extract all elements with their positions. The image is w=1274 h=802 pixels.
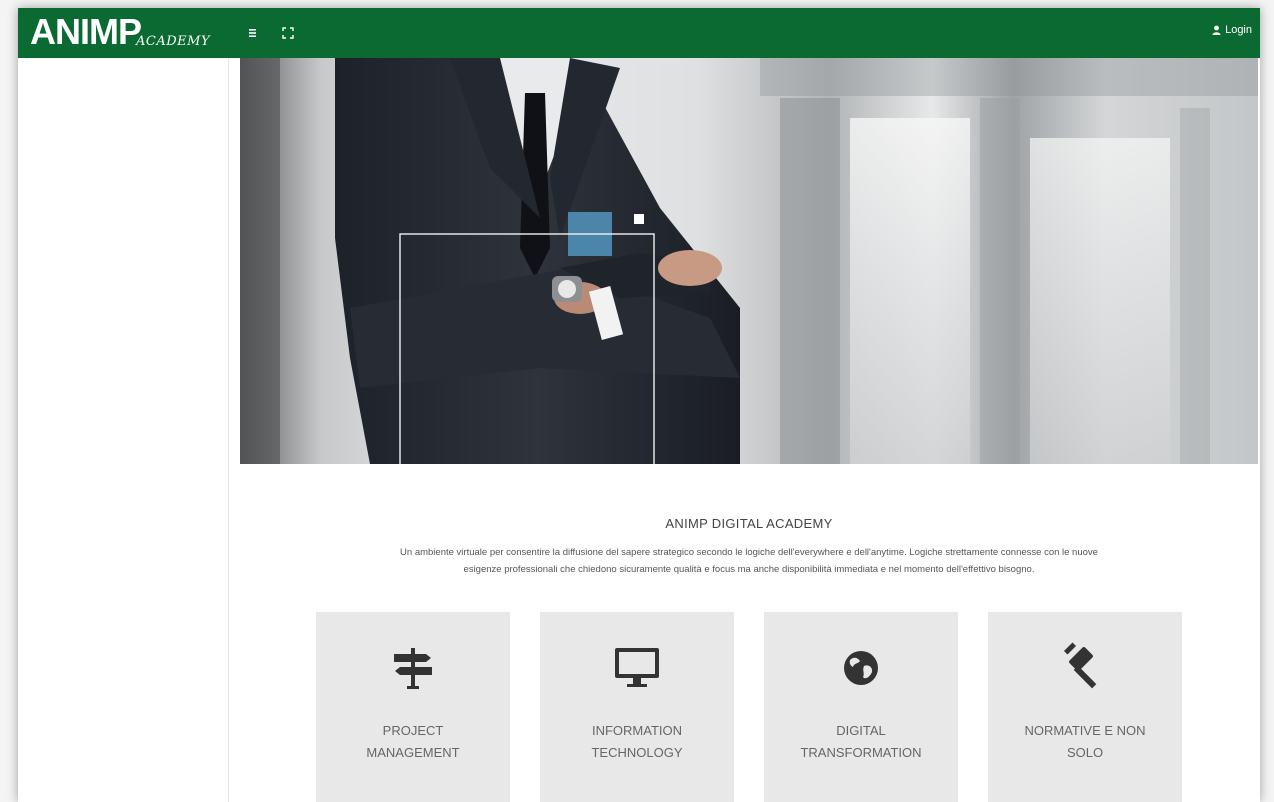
card-information-technology[interactable]: INFORMATION TECHNOLOGY: [540, 612, 734, 802]
sidebar: [18, 58, 229, 802]
description-line-2: esigenze professionali che chiedono sicu…: [463, 564, 1035, 575]
hero-banner-image: [240, 58, 1258, 464]
card-label: DIGITAL TRANSFORMATION: [800, 723, 922, 760]
card-label: NORMATIVE E NON SOLO: [1024, 723, 1146, 760]
page-title: ANIMP DIGITAL ACADEMY: [665, 516, 833, 531]
app-window: ANIMP ACADEMY Login ANIMP DIGITAL ACADEM…: [18, 8, 1260, 802]
signpost-icon: [394, 648, 432, 689]
globe-icon: [844, 651, 878, 685]
monitor-icon: [615, 648, 659, 687]
login-link[interactable]: Login: [1212, 24, 1252, 36]
businessman-illustration: [240, 58, 1258, 464]
animp-logo[interactable]: ANIMP ACADEMY: [30, 10, 210, 56]
card-label: INFORMATION TECHNOLOGY: [591, 723, 683, 760]
card-normative-e-non-solo[interactable]: NORMATIVE E NON SOLO: [988, 612, 1182, 802]
bars-icon: [249, 29, 256, 37]
gavel-icon: [1063, 642, 1097, 689]
card-label: PROJECT MANAGEMENT: [366, 723, 460, 760]
fullscreen-button[interactable]: [280, 25, 296, 41]
main-content: ANIMP DIGITAL ACADEMY Un ambiente virtua…: [240, 464, 1258, 802]
description-line-1: Un ambiente virtuale per consentire la d…: [400, 547, 1098, 558]
card-project-management[interactable]: PROJECT MANAGEMENT: [316, 612, 510, 802]
menu-toggle-button[interactable]: [246, 25, 262, 41]
login-label: Login: [1225, 24, 1252, 36]
logo-main-text: ANIMP: [30, 11, 142, 52]
user-icon: [1212, 25, 1221, 35]
logo-sub-text: ACADEMY: [136, 34, 211, 49]
expand-icon: [282, 27, 294, 39]
card-digital-transformation[interactable]: DIGITAL TRANSFORMATION: [764, 612, 958, 802]
top-navbar: ANIMP ACADEMY Login: [18, 8, 1260, 58]
intro-description: Un ambiente virtuale per consentire la d…: [300, 544, 1198, 578]
